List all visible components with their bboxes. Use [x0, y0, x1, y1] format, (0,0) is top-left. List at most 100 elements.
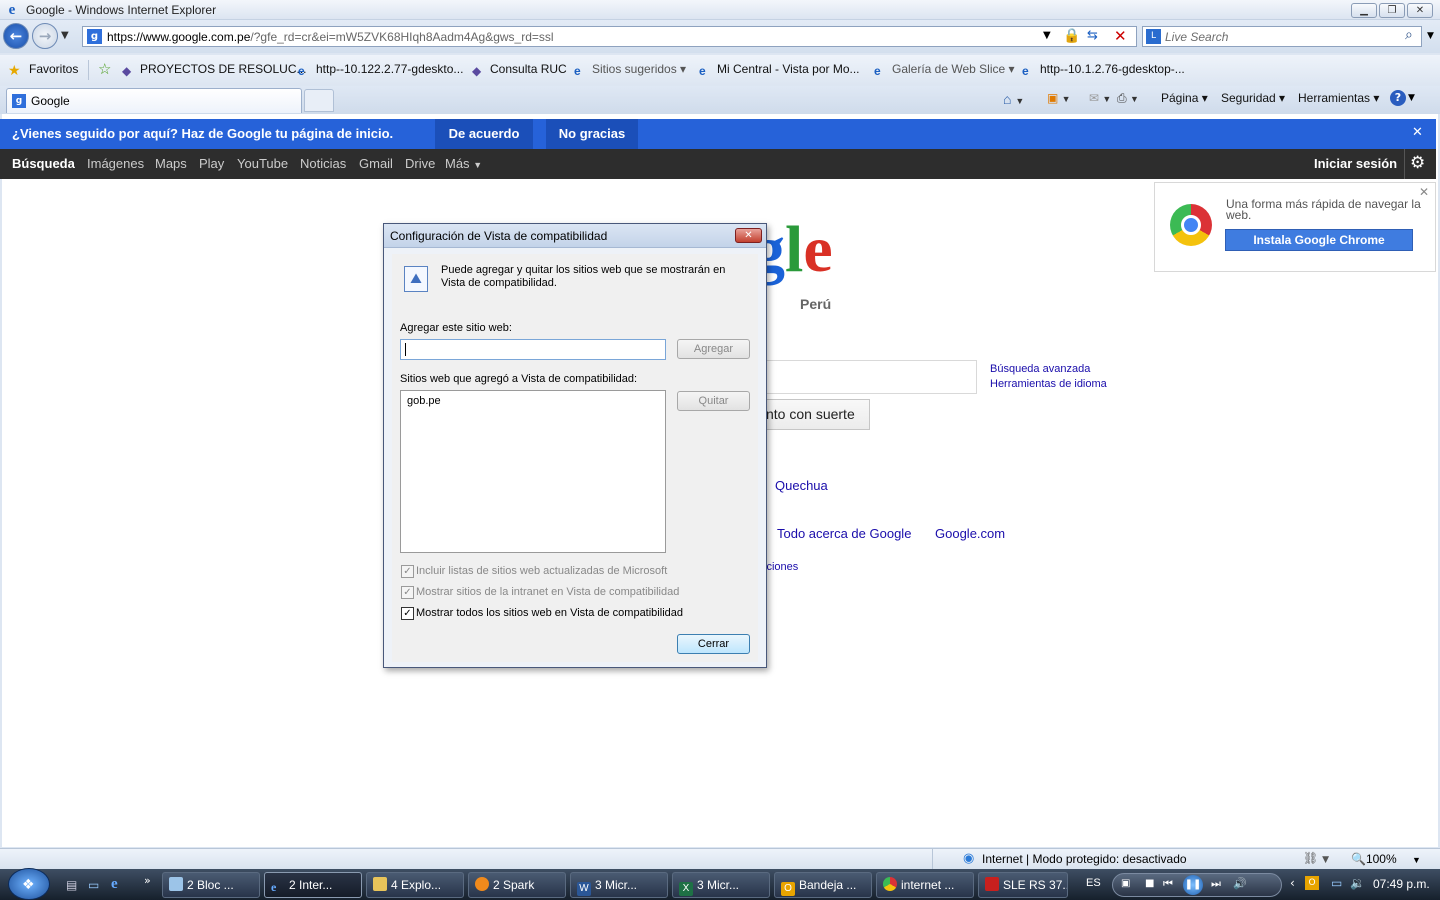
- gbar-gmail[interactable]: Gmail: [359, 156, 393, 171]
- dialog-close-icon[interactable]: ✕: [735, 228, 762, 243]
- gbar-drive[interactable]: Drive: [405, 156, 435, 171]
- pdf-icon: [985, 877, 999, 891]
- print-icon[interactable]: ⎙ ▼: [1117, 91, 1139, 106]
- start-button[interactable]: ❖: [8, 868, 50, 900]
- mp-volume-icon[interactable]: 🔊: [1233, 877, 1247, 890]
- taskbar-excel[interactable]: X3 Micr...: [672, 872, 770, 898]
- word-icon: W: [577, 882, 591, 896]
- taskbar-spark[interactable]: 2 Spark: [468, 872, 566, 898]
- advanced-search-link[interactable]: Búsqueda avanzada: [990, 363, 1090, 375]
- language-tools-link[interactable]: Herramientas de idioma: [990, 378, 1107, 390]
- add-site-input[interactable]: [400, 339, 666, 360]
- taskbar-explorer[interactable]: 4 Explo...: [366, 872, 464, 898]
- mp-prev-icon[interactable]: ⏮: [1163, 877, 1173, 891]
- lock-icon[interactable]: 🔒: [1063, 28, 1080, 44]
- taskbar-word[interactable]: W3 Micr...: [570, 872, 668, 898]
- help-dropdown-icon[interactable]: ▼: [1408, 93, 1415, 103]
- fav-item-consulta-ruc[interactable]: ◆ Consulta RUC: [472, 62, 567, 78]
- help-icon[interactable]: ?: [1390, 90, 1406, 106]
- zoom-control[interactable]: 🔍100% ▼: [1351, 852, 1421, 866]
- option1-checkbox[interactable]: ✓: [401, 565, 414, 578]
- home-icon[interactable]: ⌂ ▼: [1003, 91, 1024, 107]
- fav-item-mi-central[interactable]: e Mi Central - Vista por Mo...: [699, 62, 860, 78]
- address-dropdown-icon[interactable]: ▼: [1043, 30, 1051, 41]
- dialog-close-button[interactable]: Cerrar: [677, 634, 750, 654]
- fav-item-web-slice[interactable]: e Galería de Web Slice ▾: [874, 62, 1015, 78]
- tab-google[interactable]: g Google: [6, 88, 302, 113]
- live-search-box[interactable]: L Live Search ⌕: [1142, 26, 1422, 47]
- outlook-tray-icon[interactable]: O: [1305, 876, 1319, 890]
- chrome-logo-icon: [1170, 204, 1212, 246]
- search-options-icon[interactable]: ▼: [1427, 31, 1434, 41]
- system-clock[interactable]: 07:49 p.m.: [1373, 877, 1430, 891]
- taskbar-internet-explorer[interactable]: e2 Inter...: [264, 872, 362, 898]
- safety-menu[interactable]: Seguridad ▾: [1221, 91, 1285, 105]
- favorites-button[interactable]: ★ Favoritos: [8, 62, 78, 78]
- gbar-imagenes[interactable]: Imágenes: [87, 156, 144, 171]
- about-google-link[interactable]: Todo acerca de Google: [777, 526, 911, 541]
- gbar-noticias[interactable]: Noticias: [300, 156, 346, 171]
- add-site-button[interactable]: Agregar: [677, 339, 750, 359]
- promo-accept-button[interactable]: De acuerdo: [435, 119, 533, 149]
- compat-view-icon[interactable]: ⇆: [1087, 28, 1098, 43]
- google-com-link[interactable]: Google.com: [935, 526, 1005, 541]
- mp-pause-icon[interactable]: ❚❚: [1183, 875, 1203, 895]
- gbar-play[interactable]: Play: [199, 156, 224, 171]
- back-button[interactable]: ←: [3, 23, 29, 49]
- tools-menu[interactable]: Herramientas ▾: [1298, 91, 1379, 105]
- taskbar-pdf[interactable]: SLE RS 37...: [978, 872, 1068, 898]
- quicklaunch-more-icon[interactable]: »: [144, 874, 151, 887]
- page-menu[interactable]: Página ▾: [1161, 91, 1208, 105]
- feeds-icon[interactable]: ▣ ▼: [1047, 91, 1071, 105]
- promo-decline-button[interactable]: No gracias: [546, 119, 638, 149]
- minimize-button[interactable]: ▁: [1351, 3, 1377, 18]
- mail-icon[interactable]: ✉ ▼: [1089, 91, 1111, 105]
- sites-list[interactable]: gob.pe: [400, 390, 666, 553]
- close-window-button[interactable]: ✕: [1407, 3, 1433, 18]
- network-tray-icon[interactable]: ▭: [1331, 876, 1342, 890]
- site-list-item[interactable]: gob.pe: [407, 395, 441, 407]
- option2-checkbox[interactable]: ✓: [401, 586, 414, 599]
- ie-page-icon: e: [298, 64, 305, 78]
- gbar-maps[interactable]: Maps: [155, 156, 187, 171]
- gbar-busqueda[interactable]: Búsqueda: [12, 156, 75, 171]
- volume-tray-icon[interactable]: 🔉: [1350, 876, 1365, 890]
- tray-expand-icon[interactable]: ‹: [1290, 876, 1295, 890]
- mp-next-icon[interactable]: ⏭: [1211, 877, 1221, 891]
- popup-blocker-icon[interactable]: ⛓ ▼: [1303, 851, 1329, 865]
- show-desktop-icon[interactable]: ▤: [66, 878, 77, 892]
- mp-stop-icon[interactable]: ■: [1145, 878, 1154, 889]
- promo-close-icon[interactable]: ✕: [1412, 125, 1423, 140]
- terms-link[interactable]: iciones: [764, 561, 798, 573]
- new-tab-button[interactable]: [304, 89, 334, 112]
- maximize-button[interactable]: ❐: [1379, 3, 1405, 18]
- google-search-input[interactable]: [766, 360, 977, 394]
- language-indicator[interactable]: ES: [1086, 877, 1101, 889]
- fav-item-sitios-sugeridos[interactable]: e Sitios sugeridos ▾: [574, 62, 686, 78]
- search-icon[interactable]: ⌕: [1405, 27, 1413, 43]
- fav-item-proyectos[interactable]: ◆ PROYECTOS DE RESOLUC...: [122, 62, 306, 78]
- ie-quicklaunch-icon[interactable]: e: [111, 876, 118, 893]
- switch-windows-icon[interactable]: ▭: [88, 878, 99, 892]
- remove-site-button[interactable]: Quitar: [677, 391, 750, 411]
- signin-link[interactable]: Iniciar sesión: [1314, 156, 1397, 171]
- forward-button[interactable]: →: [32, 23, 58, 49]
- install-chrome-button[interactable]: Instala Google Chrome: [1225, 229, 1413, 251]
- taskbar-bloc[interactable]: 2 Bloc ...: [162, 872, 260, 898]
- quechua-link[interactable]: Quechua: [775, 478, 828, 493]
- history-dropdown-icon[interactable]: ▼: [61, 30, 69, 41]
- taskbar-outlook[interactable]: O Bandeja ...: [774, 872, 872, 898]
- taskbar-chrome[interactable]: internet ...: [876, 872, 974, 898]
- settings-gear-icon[interactable]: ⚙: [1410, 153, 1425, 173]
- add-favorite-icon[interactable]: ☆: [98, 60, 111, 78]
- gbar-mas[interactable]: Más ▼: [445, 156, 482, 171]
- lucky-button[interactable]: nto con suerte: [766, 399, 870, 430]
- fav-item-gdesktop-76[interactable]: e http--10.1.2.76-gdesktop-...: [1022, 62, 1185, 78]
- fav-item-gdesktop-77[interactable]: e http--10.122.2.77-gdeskto...: [298, 62, 463, 78]
- globe-icon: ◉: [963, 851, 975, 866]
- stop-icon[interactable]: ✕: [1114, 27, 1127, 45]
- mp-menu-icon[interactable]: ▣: [1121, 878, 1130, 889]
- option3-checkbox[interactable]: ✓: [401, 607, 414, 620]
- address-bar[interactable]: g https://www.google.com.pe/?gfe_rd=cr&e…: [82, 26, 1137, 47]
- gbar-youtube[interactable]: YouTube: [237, 156, 288, 171]
